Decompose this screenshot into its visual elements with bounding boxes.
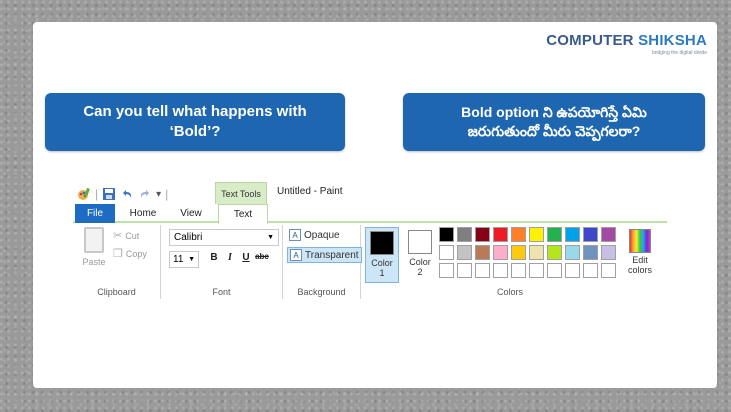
clipboard-icon	[84, 227, 104, 253]
palette-swatch[interactable]	[475, 263, 490, 278]
paste-button[interactable]: Paste	[79, 227, 109, 267]
chevron-down-icon: ▼	[267, 234, 274, 241]
ribbon-body: Paste ✂ Cut ❐ Copy Clipboard Calibri ▼ 1…	[73, 225, 667, 300]
color-palette	[439, 227, 616, 278]
edit-colors-icon	[629, 229, 651, 253]
palette-swatch[interactable]	[511, 227, 526, 242]
font-family-value: Calibri	[174, 232, 203, 243]
palette-swatch[interactable]	[529, 227, 544, 242]
text-tools-context-tab: Text Tools	[215, 182, 267, 204]
paste-label: Paste	[82, 257, 106, 267]
colors-group-label: Colors	[496, 287, 523, 297]
clipboard-group: Paste ✂ Cut ❐ Copy Clipboard	[73, 225, 161, 299]
edit-colors-button[interactable]: Edit colors	[623, 227, 657, 276]
paint-app-icon[interactable]	[77, 187, 91, 201]
color2-button[interactable]: Color 2	[403, 227, 437, 283]
font-group: Calibri ▼ 11 ▼ B I U abc Font	[161, 225, 283, 299]
background-group: A Opaque A Transparent Background	[283, 225, 362, 299]
slide: COMPUTER SHIKSHA bridging the digital di…	[33, 22, 717, 388]
palette-swatch[interactable]	[439, 227, 454, 242]
color1-button[interactable]: Color 1	[365, 227, 399, 283]
clipboard-group-label: Clipboard	[97, 287, 136, 297]
palette-swatch[interactable]	[601, 263, 616, 278]
color1-label: Color 1	[371, 258, 393, 278]
palette-swatch[interactable]	[565, 227, 580, 242]
transparent-icon: A	[290, 249, 302, 261]
qat-separator: |	[95, 187, 99, 201]
palette-swatch[interactable]	[493, 263, 508, 278]
transparent-label: Transparent	[305, 249, 359, 261]
customize-qat-dropdown-icon[interactable]: ▾	[156, 189, 161, 200]
palette-swatch[interactable]	[475, 227, 490, 242]
palette-swatch[interactable]	[529, 245, 544, 260]
copy-icon: ❐	[113, 248, 123, 260]
logo-text: COMPUTER SHIKSHA	[546, 32, 707, 49]
tab-view[interactable]: View	[171, 204, 211, 223]
ribbon-tabs: File Home View Text	[73, 204, 667, 225]
redo-icon[interactable]	[138, 187, 152, 201]
palette-swatch[interactable]	[547, 245, 562, 260]
undo-icon[interactable]	[120, 187, 134, 201]
colors-group: Color 1 Color 2 Edit colors Colors	[361, 225, 659, 299]
font-size-select[interactable]: 11 ▼	[169, 251, 199, 268]
color2-swatch	[408, 230, 432, 254]
palette-swatch[interactable]	[457, 263, 472, 278]
logo-tagline: bridging the digital divide	[651, 50, 707, 56]
tab-text[interactable]: Text	[218, 204, 268, 225]
opaque-button[interactable]: A Opaque	[287, 228, 342, 242]
palette-swatch[interactable]	[583, 263, 598, 278]
palette-swatch[interactable]	[583, 245, 598, 260]
bold-button[interactable]: B	[207, 252, 221, 263]
palette-swatch[interactable]	[601, 245, 616, 260]
font-size-value: 11	[173, 254, 184, 265]
tab-home[interactable]: Home	[123, 204, 163, 223]
strikethrough-button[interactable]: abc	[255, 252, 269, 261]
save-icon[interactable]	[102, 187, 116, 201]
question-english: Can you tell what happens with ‘Bold’?	[45, 93, 345, 151]
window-title: Untitled - Paint	[277, 186, 343, 197]
underline-button[interactable]: U	[239, 252, 253, 263]
palette-swatch[interactable]	[565, 263, 580, 278]
palette-swatch[interactable]	[439, 245, 454, 260]
copy-label: Copy	[125, 248, 147, 259]
color1-swatch	[370, 231, 394, 255]
quick-access-toolbar: | ▾ |	[77, 184, 168, 204]
scissors-icon: ✂	[113, 230, 123, 242]
palette-swatch[interactable]	[547, 227, 562, 242]
computer-shiksha-logo: COMPUTER SHIKSHA bridging the digital di…	[546, 32, 707, 56]
palette-swatch[interactable]	[457, 227, 472, 242]
copy-button[interactable]: ❐ Copy	[113, 247, 147, 260]
question-telugu: Bold option ని ఉపయోగిస్తే ఏమి జరుగుతుందో…	[403, 93, 705, 151]
logo-part1: COMPUTER	[546, 32, 634, 49]
edit-colors-label: Edit colors	[627, 255, 652, 275]
italic-button[interactable]: I	[223, 252, 237, 263]
palette-swatch[interactable]	[511, 263, 526, 278]
palette-swatch[interactable]	[511, 245, 526, 260]
palette-swatch[interactable]	[601, 227, 616, 242]
tab-file[interactable]: File	[75, 204, 115, 223]
palette-swatch[interactable]	[583, 227, 598, 242]
palette-swatch[interactable]	[565, 245, 580, 260]
opaque-label: Opaque	[304, 229, 340, 241]
palette-swatch[interactable]	[439, 263, 454, 278]
palette-swatch[interactable]	[493, 245, 508, 260]
palette-swatch[interactable]	[547, 263, 562, 278]
logo-part2: SHIKSHA	[638, 32, 707, 49]
chevron-down-icon: ▼	[188, 256, 195, 263]
paint-ribbon: | ▾ | Text Tools Untitled - Paint File H…	[73, 182, 667, 300]
opaque-icon: A	[289, 229, 301, 241]
color2-label: Color 2	[409, 257, 431, 277]
font-group-label: Font	[212, 287, 231, 297]
palette-swatch[interactable]	[529, 263, 544, 278]
palette-swatch[interactable]	[457, 245, 472, 260]
palette-swatch[interactable]	[493, 227, 508, 242]
transparent-button[interactable]: A Transparent	[287, 247, 362, 263]
cut-label: Cut	[125, 230, 140, 241]
palette-swatch[interactable]	[475, 245, 490, 260]
background-group-label: Background	[297, 287, 346, 297]
cut-button[interactable]: ✂ Cut	[113, 229, 139, 242]
qat-separator-2: |	[165, 187, 169, 201]
font-family-select[interactable]: Calibri ▼	[169, 229, 279, 246]
